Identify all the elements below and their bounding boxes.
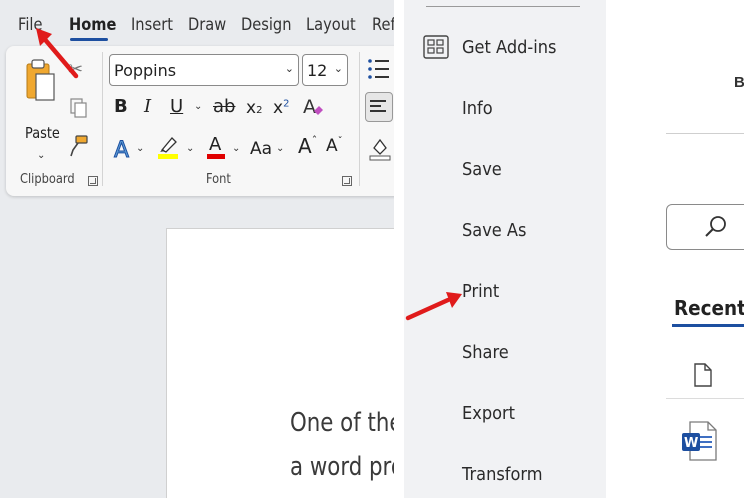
group-divider <box>102 52 103 186</box>
font-size-value: 12 <box>307 61 328 80</box>
superscript-base: x <box>273 98 284 118</box>
menu-item-share[interactable]: Share <box>462 342 509 363</box>
font-group-label: Font <box>206 172 231 187</box>
ribbon-tabs: File Home Insert Draw Design Layout Refe <box>0 0 394 44</box>
tab-insert[interactable]: Insert <box>131 15 173 35</box>
chevron-down-icon[interactable]: ⌄ <box>194 101 202 112</box>
shrink-font-letter: A <box>326 136 338 156</box>
font-color-bar <box>207 154 225 159</box>
partial-heading: B <box>734 74 744 91</box>
clipboard-group-label: Clipboard <box>20 172 75 187</box>
clipboard-icon <box>26 59 55 101</box>
subscript-button[interactable]: x2 <box>246 98 262 118</box>
menu-item-transform[interactable]: Transform <box>462 464 543 485</box>
caret-up-icon: ˆ <box>311 134 318 147</box>
backstage-content: B Recent W <box>606 0 744 498</box>
grow-font-button[interactable]: Aˆ <box>298 134 317 158</box>
superscript-mark: 2 <box>283 98 290 110</box>
recent-tab-indicator <box>672 324 744 327</box>
tab-draw[interactable]: Draw <box>188 15 226 35</box>
tab-design[interactable]: Design <box>241 15 291 35</box>
tab-references[interactable]: Refe <box>372 15 394 35</box>
copy-icon[interactable] <box>69 97 89 119</box>
menu-item-print[interactable]: Print <box>462 281 499 302</box>
active-tab-indicator <box>70 38 108 41</box>
clear-formatting-icon[interactable]: A <box>301 94 325 120</box>
superscript-button[interactable]: x2 <box>273 98 289 118</box>
bullets-icon[interactable] <box>366 56 390 82</box>
tab-home[interactable]: Home <box>69 15 116 35</box>
tab-file[interactable]: File <box>18 15 42 35</box>
highlight-color-bar <box>158 154 178 159</box>
group-divider <box>359 52 360 186</box>
caret-down-icon: ˇ <box>337 136 343 147</box>
strikethrough-button[interactable]: ab <box>213 96 235 118</box>
search-input[interactable] <box>666 204 744 250</box>
highlight-button[interactable] <box>156 134 182 160</box>
menu-item-export[interactable]: Export <box>462 403 515 424</box>
word-file-icon[interactable]: W <box>680 420 720 462</box>
menu-divider <box>426 6 580 7</box>
recent-heading[interactable]: Recent <box>674 296 744 320</box>
ribbon-panel: Paste ⌄ ✂ Clipboard Poppins ⌄ 12 ⌄ B I U… <box>6 46 394 196</box>
tab-layout[interactable]: Layout <box>306 15 356 35</box>
grid-icon <box>423 35 449 59</box>
font-name-value: Poppins <box>114 61 177 80</box>
chevron-down-icon: ⌄ <box>333 62 343 75</box>
chevron-down-icon[interactable]: ⌄ <box>276 143 284 154</box>
list-divider <box>666 398 744 399</box>
format-painter-icon[interactable] <box>68 134 90 158</box>
backstage-menu: Get Add-ins Info Save Save As Print Shar… <box>404 0 606 498</box>
get-add-ins-label: Get Add-ins <box>462 37 557 58</box>
svg-text:A: A <box>114 138 129 162</box>
cut-icon[interactable]: ✂ <box>68 58 83 80</box>
chevron-down-icon: ⌄ <box>37 150 46 161</box>
search-icon <box>705 216 726 237</box>
document-icon <box>694 363 712 387</box>
content-divider <box>666 133 744 134</box>
menu-item-info[interactable]: Info <box>462 98 493 119</box>
chevron-down-icon[interactable]: ⌄ <box>136 143 144 154</box>
underline-button[interactable]: U <box>170 96 183 118</box>
font-color-letter: A <box>209 134 222 155</box>
chevron-down-icon: ⌄ <box>284 62 294 75</box>
highlighter-icon <box>160 137 177 153</box>
font-size-combo[interactable]: 12 ⌄ <box>302 54 348 86</box>
bold-button[interactable]: B <box>114 96 128 118</box>
subscript-base: x <box>246 98 257 118</box>
shading-icon[interactable] <box>368 134 392 162</box>
font-name-combo[interactable]: Poppins ⌄ <box>109 54 299 86</box>
change-case-button[interactable]: Aa <box>250 138 272 160</box>
paste-button[interactable]: Paste ⌄ <box>20 58 60 161</box>
shrink-font-button[interactable]: Aˇ <box>326 136 343 156</box>
font-launcher[interactable] <box>342 176 352 186</box>
font-color-button[interactable]: A <box>205 132 229 160</box>
clipboard-launcher[interactable] <box>88 176 98 186</box>
word-window: File Home Insert Draw Design Layout Refe… <box>0 0 394 498</box>
document-text-line[interactable]: a word pro <box>290 452 394 482</box>
svg-text:A: A <box>303 96 316 118</box>
paste-label: Paste <box>25 124 60 142</box>
chevron-down-icon[interactable]: ⌄ <box>232 143 240 154</box>
svg-text:W: W <box>684 436 698 451</box>
document-text-line[interactable]: One of the <box>290 408 394 438</box>
subscript-mark: 2 <box>256 105 263 116</box>
chevron-down-icon[interactable]: ⌄ <box>186 143 194 154</box>
text-effects-icon[interactable]: A <box>112 136 136 163</box>
align-left-button[interactable] <box>365 92 393 122</box>
menu-item-save[interactable]: Save <box>462 159 502 180</box>
italic-button[interactable]: I <box>144 96 151 118</box>
grow-font-letter: A <box>298 134 312 158</box>
menu-item-save-as[interactable]: Save As <box>462 220 526 241</box>
align-left-icon <box>370 100 386 112</box>
